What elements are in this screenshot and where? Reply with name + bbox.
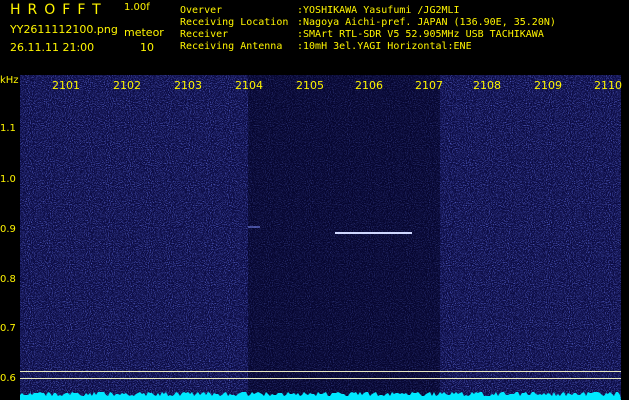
info-value-observer: :YOSHIKAWA Yasufumi /JG2MLI (297, 5, 460, 16)
info-value-location: :Nagoya Aichi-pref. JAPAN (136.90E, 35.2… (297, 17, 556, 28)
app-version: 1.00f (124, 2, 150, 13)
reference-line (20, 378, 621, 379)
mode-label: meteor (124, 26, 164, 39)
waterfall-image (20, 75, 621, 400)
file-name: YY2611112100.png (10, 23, 118, 36)
x-tick-label: 2107 (415, 79, 443, 92)
info-value-receiver: :SMArt RTL-SDR V5 52.905MHz USB TACHIKAW… (297, 29, 544, 40)
y-tick-label: 0.8 (0, 274, 16, 285)
x-tick-label: 2103 (174, 79, 202, 92)
x-tick-label: 2104 (235, 79, 263, 92)
x-tick-label: 2106 (355, 79, 383, 92)
header-panel: HROFFT 1.00f YY2611112100.png meteor 26.… (0, 0, 629, 75)
info-label-observer: Overver (180, 5, 223, 16)
x-tick-label: 2110 (594, 79, 622, 92)
app-title: HROFFT (10, 2, 108, 18)
waterfall-display[interactable] (20, 75, 621, 400)
reference-line (20, 371, 621, 372)
info-label-receiver: Receiver (180, 29, 229, 40)
x-tick-label: 2105 (296, 79, 324, 92)
y-tick-label: 1.0 (0, 174, 16, 185)
detection-count: 10 (140, 41, 154, 54)
info-value-antenna: :10mH 3el.YAGI Horizontal:ENE (297, 41, 472, 52)
y-tick-label: 0.9 (0, 224, 16, 235)
right-margin (621, 75, 629, 400)
info-label-location: Receiving Location (180, 17, 289, 28)
info-label-antenna: Receiving Antenna (180, 41, 283, 52)
y-tick-label: 1.1 (0, 123, 16, 134)
x-tick-label: 2101 (52, 79, 80, 92)
x-tick-label: 2108 (473, 79, 501, 92)
x-tick-label: 2109 (534, 79, 562, 92)
y-tick-label: 0.6 (0, 373, 16, 384)
y-tick-label: 0.7 (0, 323, 16, 334)
date-time: 26.11.11 21:00 (10, 41, 95, 54)
y-axis-unit: kHz (0, 75, 19, 86)
x-tick-label: 2102 (113, 79, 141, 92)
